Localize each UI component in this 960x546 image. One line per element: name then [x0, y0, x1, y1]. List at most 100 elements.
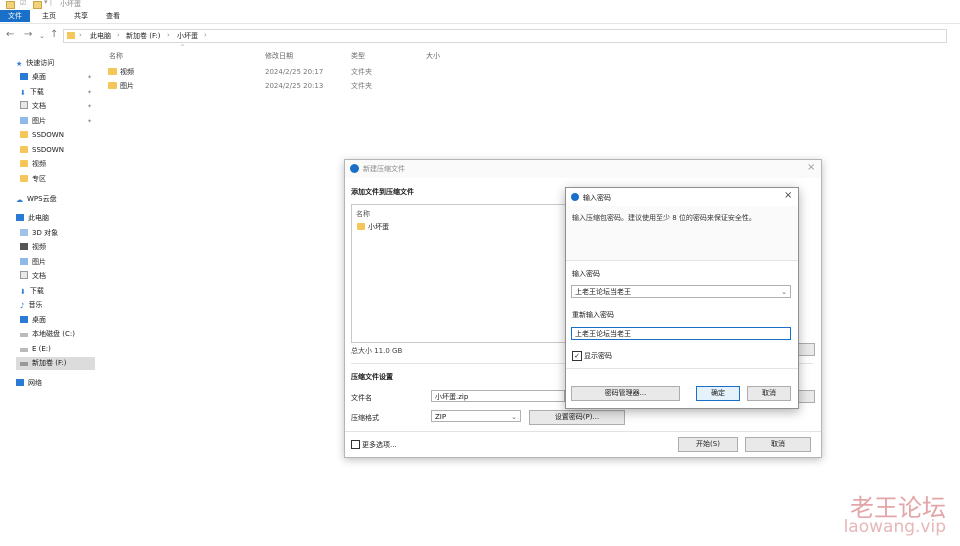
nav-item-documents[interactable]: 文档 ✦ — [20, 100, 100, 113]
column-header-size[interactable]: 大小 — [426, 51, 440, 61]
nav-item-ssdown-1[interactable]: SSDOWN — [20, 129, 100, 142]
pin-icon: ✦ — [87, 118, 93, 125]
window-title: 小坏蛋 — [60, 0, 81, 8]
nav-quick-access[interactable]: ★ 快速访问 — [16, 57, 96, 70]
cancel-button[interactable]: 取消 — [747, 386, 791, 401]
chevron-down-icon: ⌄ — [511, 413, 517, 421]
watermark-url: laowang.vip — [843, 517, 946, 537]
password-input[interactable]: 上老王论坛当老王 ⌄ — [571, 285, 791, 298]
nav-item-3d-objects[interactable]: 3D 对象 — [20, 227, 100, 240]
column-header-date[interactable]: 修改日期 — [265, 51, 293, 61]
window-title-bar: ☑ ▾ | 小坏蛋 — [0, 0, 960, 9]
computer-icon — [16, 214, 24, 221]
file-list-box[interactable]: 名称 小坏蛋 — [351, 204, 567, 343]
tab-view[interactable]: 查看 — [98, 10, 128, 22]
pin-icon: ✦ — [87, 103, 93, 110]
nav-item-pc-pictures[interactable]: 图片 — [20, 256, 100, 269]
folder-icon — [108, 82, 117, 89]
nav-item-pc-videos[interactable]: 视频 — [20, 241, 100, 254]
nav-item-videos[interactable]: 视频 — [20, 158, 100, 171]
nav-label: 下载 — [29, 88, 44, 96]
address-bar[interactable]: › 此电脑 › 新加卷 (F:) › 小坏蛋 › — [63, 29, 947, 43]
cancel-button[interactable]: 取消 — [745, 437, 811, 452]
nav-label: 此电脑 — [28, 214, 49, 222]
nav-label: SSDOWN — [32, 131, 64, 139]
column-header-type[interactable]: 类型 — [351, 51, 365, 61]
browse-button[interactable] — [797, 390, 815, 403]
nav-item-pictures[interactable]: 图片 ✦ — [20, 115, 100, 128]
start-button[interactable]: 开始(S) — [678, 437, 738, 452]
tab-home[interactable]: 主页 — [34, 10, 64, 22]
quick-access-dropdown-icon[interactable]: ▾ | — [44, 0, 52, 6]
checkbox-icon[interactable]: ☑ — [20, 0, 26, 7]
back-arrow-icon[interactable]: ← — [6, 30, 14, 40]
nav-item-drive-e[interactable]: E (E:) — [20, 343, 100, 356]
nav-item-music[interactable]: ♪ 音乐 — [20, 299, 100, 312]
repeat-password-input[interactable]: 上老王论坛当老王 — [571, 327, 791, 340]
nav-item-pc-desktop[interactable]: 桌面 — [20, 314, 100, 327]
more-options-checkbox[interactable] — [351, 440, 360, 449]
breadcrumb-separator-icon: › — [167, 31, 170, 39]
desktop-icon — [20, 316, 28, 323]
3d-objects-icon — [20, 229, 28, 236]
file-name: 图片 — [120, 82, 134, 90]
dialog-title: 新建压缩文件 — [363, 165, 405, 173]
ribbon-tabs: 文件 主页 共享 查看 — [0, 9, 960, 24]
nav-item-pc-downloads[interactable]: ⬇ 下载 — [20, 285, 100, 298]
up-arrow-icon[interactable]: ↑ — [50, 30, 58, 40]
download-icon: ⬇ — [20, 288, 26, 296]
password-manager-button[interactable]: 密码管理器... — [571, 386, 680, 401]
nav-item-pc-documents[interactable]: 文档 — [20, 270, 100, 283]
nav-label: 快速访问 — [26, 59, 55, 67]
nav-item-drive-c[interactable]: 本地磁盘 (C:) — [20, 328, 100, 341]
show-password-checkbox[interactable]: ✓ — [572, 351, 582, 361]
forward-arrow-icon[interactable]: → — [24, 30, 32, 40]
nav-wps-cloud[interactable]: ☁ WPS云盘 — [16, 193, 96, 206]
ok-button[interactable]: 确定 — [696, 386, 740, 401]
breadcrumb-current-folder[interactable]: 小坏蛋 — [177, 31, 198, 41]
folder-icon — [6, 1, 15, 9]
nav-network[interactable]: 网络 — [16, 377, 96, 390]
hint-panel: 输入压缩包密码。建议使用至少 8 位的密码来保证安全性。 — [566, 206, 798, 260]
pictures-icon — [20, 258, 28, 265]
format-value: ZIP — [435, 413, 447, 421]
list-item[interactable]: 小坏蛋 — [368, 222, 389, 232]
format-label: 压缩格式 — [351, 414, 379, 422]
pin-icon: ✦ — [87, 74, 93, 81]
nav-label: 网络 — [28, 379, 42, 387]
breadcrumb-drive-f[interactable]: 新加卷 (F:) — [126, 31, 161, 41]
address-row: ← → ⌄ ↑ › 此电脑 › 新加卷 (F:) › 小坏蛋 › — [0, 28, 960, 43]
format-select[interactable]: ZIP ⌄ — [431, 410, 521, 422]
column-header-name[interactable]: 名称 — [109, 51, 123, 61]
nav-item-downloads[interactable]: ⬇ 下载 ✦ — [20, 86, 100, 99]
password-value: 上老王论坛当老王 — [575, 288, 631, 296]
divider — [345, 431, 821, 432]
drive-icon — [20, 362, 28, 366]
nav-label: 3D 对象 — [32, 229, 59, 237]
file-row[interactable]: 图片 — [108, 80, 134, 93]
filename-input[interactable]: 小坏蛋.zip — [431, 390, 565, 402]
side-button[interactable] — [797, 343, 815, 356]
chevron-down-icon[interactable]: ⌄ — [781, 286, 787, 298]
new-folder-icon[interactable] — [33, 1, 42, 9]
nav-item-desktop[interactable]: 桌面 ✦ — [20, 71, 100, 84]
folder-icon — [20, 146, 28, 153]
nav-item-drive-f[interactable]: 新加卷 (F:) — [16, 357, 95, 370]
breadcrumb-this-pc[interactable]: 此电脑 — [90, 31, 111, 41]
tab-share[interactable]: 共享 — [66, 10, 96, 22]
close-icon[interactable]: × — [784, 190, 792, 201]
nav-label: 新加卷 (F:) — [32, 359, 67, 367]
nav-item-ssdown-2[interactable]: SSDOWN — [20, 144, 100, 157]
nav-this-pc[interactable]: 此电脑 — [16, 212, 96, 225]
network-icon — [16, 379, 24, 386]
close-icon[interactable]: × — [807, 162, 815, 173]
nav-item-zone[interactable]: 专区 — [20, 173, 100, 186]
recent-dropdown-icon[interactable]: ⌄ — [39, 31, 45, 41]
divider — [566, 260, 798, 261]
app-logo-icon — [571, 193, 579, 201]
videos-icon — [20, 243, 28, 250]
tab-file[interactable]: 文件 — [0, 10, 30, 22]
set-password-button[interactable]: 设置密码(P)... — [529, 410, 625, 425]
desktop-icon — [20, 73, 28, 80]
file-row[interactable]: 视频 — [108, 66, 134, 79]
